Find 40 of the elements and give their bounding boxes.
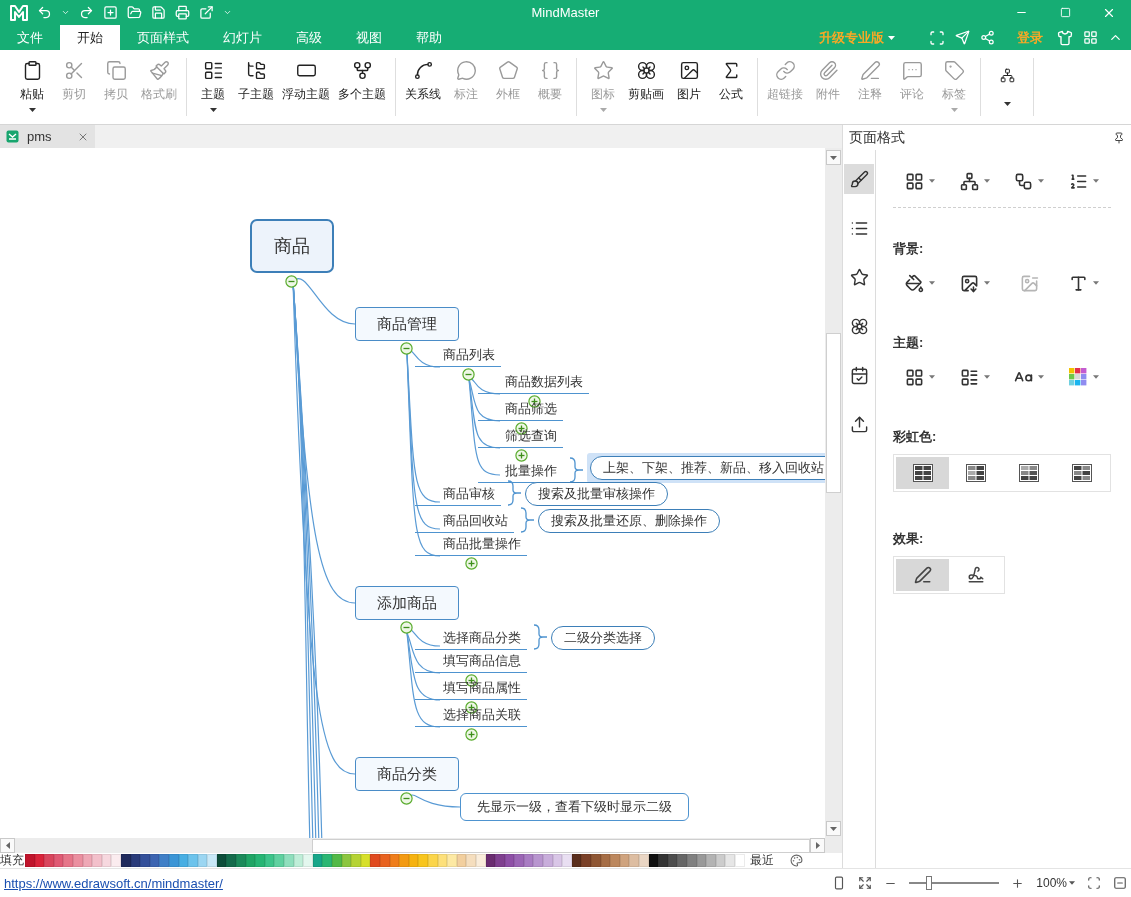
ribbon-button[interactable]: 粘贴	[12, 58, 52, 116]
menu-tab[interactable]: 开始	[60, 25, 120, 50]
topic-box[interactable]: 添加商品	[355, 586, 459, 620]
section-label: 效果:	[893, 530, 925, 548]
subtopic[interactable]: 填写商品属性	[415, 678, 527, 700]
panel-title: 页面格式	[849, 128, 905, 147]
ribbon-button[interactable]: 剪贴画	[625, 58, 667, 116]
callout-bubble[interactable]: 搜索及批量还原、删除操作	[538, 509, 720, 533]
ribbon-button[interactable]: 子主题	[235, 58, 277, 116]
callout-bubble[interactable]: 二级分类选择	[551, 626, 655, 650]
callout-bubble[interactable]: 搜索及批量审核操作	[525, 482, 668, 506]
subtopic[interactable]: 商品审核	[415, 484, 501, 506]
topic-box[interactable]: 商品分类	[355, 757, 459, 791]
ribbon-button[interactable]: 多个主题	[335, 58, 389, 116]
subtopic[interactable]: 选择商品分类	[415, 628, 527, 650]
subtopic[interactable]: 商品批量操作	[415, 534, 527, 556]
subtopic[interactable]: 商品列表	[415, 345, 501, 367]
ribbon-button[interactable]: 关系线	[402, 58, 444, 116]
note-box[interactable]: 先显示一级，查看下级时显示二级	[460, 793, 689, 821]
tab-label: pms	[27, 129, 52, 144]
subtopic[interactable]: 商品回收站	[415, 511, 514, 533]
section-label: 彩虹色:	[893, 428, 938, 446]
zoom-dropdown[interactable]: 100%	[1036, 876, 1075, 890]
document-tab[interactable]: pms	[0, 125, 95, 148]
subtopic[interactable]: 商品数据列表	[478, 372, 589, 394]
central-topic[interactable]: 商品	[250, 219, 334, 273]
topic-box[interactable]: 商品管理	[355, 307, 459, 341]
ribbon-button[interactable]: 图片	[669, 58, 709, 116]
callout-bubble[interactable]: 上架、下架、推荐、新品、移入回收站	[590, 456, 825, 480]
window-title: MindMaster	[531, 5, 600, 20]
section-label: 主题:	[893, 334, 925, 352]
section-label: 背景:	[893, 240, 925, 258]
ribbon-button[interactable]: 主题	[193, 58, 233, 116]
subtopic[interactable]: 选择商品关联	[415, 705, 527, 727]
website-link[interactable]: https://www.edrawsoft.cn/mindmaster/	[4, 875, 223, 891]
subtopic[interactable]: 填写商品信息	[415, 651, 527, 673]
ribbon-button[interactable]: 浮动主题	[279, 58, 333, 116]
recent-label: 最近	[750, 852, 774, 869]
ribbon-button[interactable]: 公式	[711, 58, 751, 116]
fill-label: 填充	[0, 852, 25, 869]
